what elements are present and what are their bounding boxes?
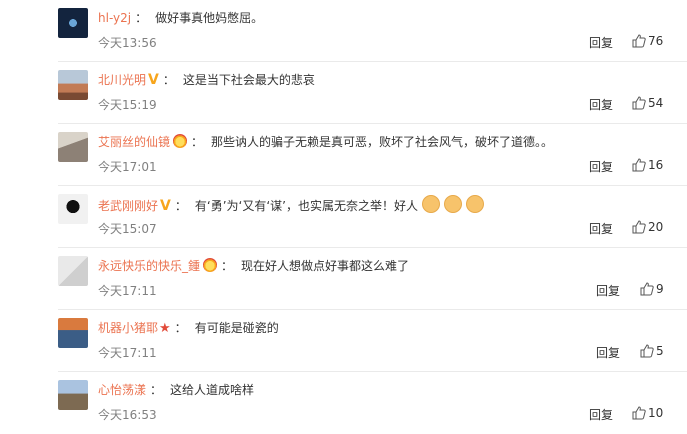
like-count: 20 (648, 220, 664, 234)
comment-list: hl-y2j：做好事真他妈憋屈。 今天13:56 回复 76 北川光明 V：这是当… (0, 0, 687, 422)
reply-button[interactable]: 回复 (589, 158, 613, 175)
thumbs-up-emoji-icon (465, 195, 484, 213)
comment-item: 北川光明 V： 这是当下社会最大的悲哀 今天15:19 回复 54 (0, 62, 687, 124)
like-button[interactable]: 20 (632, 220, 663, 234)
reply-button[interactable]: 回复 (589, 34, 613, 51)
comment-item: 艾丽丝的仙镜 ： 那些讷人的骗子无赖是真可恶，败坏了社会风气，破坏了道德。。 今天1… (0, 124, 687, 186)
comment-item: 心怡荡漾：这给人道成啥样 今天16:53 回复 10 (0, 372, 687, 434)
username[interactable]: 永远快乐的快乐_鍾 (98, 259, 200, 273)
username[interactable]: 机器小猪耶 (98, 321, 158, 335)
comment-text: 现在好人想做点好事都这么难了 (241, 259, 410, 273)
comment-text: 做好事真他妈憋屈。 (155, 11, 264, 25)
like-button[interactable]: 5 (640, 344, 664, 358)
thumbs-up-icon (632, 158, 646, 172)
star-badge-icon: ★ (159, 321, 171, 336)
member-crown-icon (203, 258, 218, 272)
thumbs-up-emoji-icon (443, 195, 462, 213)
comment-item: 永远快乐的快乐_鍾 ： 现在好人想做点好事都这么难了 今天17:11 回复 9 (0, 248, 687, 310)
avatar[interactable] (58, 380, 88, 410)
colon: ： (162, 73, 175, 87)
like-button[interactable]: 54 (632, 96, 663, 110)
thumbs-up-icon (640, 282, 654, 296)
comment-item: 老武刚刚好 V： 有‘勇’为‘又有‘谋’，也实属无奈之举！好人 今天15:07 回复… (0, 186, 687, 248)
comment-text: 有‘勇’为‘又有‘谋’，也实属无奈之举！好人 (194, 199, 418, 213)
colon: ： (191, 135, 204, 149)
colon: ： (221, 259, 234, 273)
colon: ： (150, 383, 163, 397)
comment-text: 这给人道成啥样 (170, 383, 255, 397)
avatar[interactable] (58, 70, 88, 100)
timestamp: 今天15:07 (98, 222, 157, 236)
thumbs-up-icon (632, 96, 646, 110)
timestamp: 今天13:56 (98, 36, 157, 50)
like-count: 76 (648, 34, 664, 48)
verified-v-icon: V (160, 198, 171, 214)
avatar[interactable] (58, 256, 88, 286)
thumbs-up-emoji-icon (421, 195, 440, 213)
like-button[interactable]: 76 (632, 34, 663, 48)
avatar[interactable] (58, 132, 88, 162)
comment-text: 有可能是碰瓷的 (194, 321, 279, 335)
timestamp: 今天17:11 (98, 346, 157, 360)
thumbs-up-icon (640, 344, 654, 358)
colon: ： (135, 11, 148, 25)
avatar[interactable] (58, 8, 88, 38)
colon: ： (174, 199, 187, 213)
username[interactable]: 艾丽丝的仙镜 (98, 135, 170, 149)
like-count: 5 (656, 344, 664, 358)
avatar[interactable] (58, 194, 88, 224)
like-count: 54 (648, 96, 664, 110)
comment-item: hl-y2j ： 做好事真他妈憋屈。 今天13:56 回复 76 (0, 0, 687, 62)
thumbs-up-icon (632, 220, 646, 234)
reply-button[interactable]: 回复 (589, 220, 613, 237)
timestamp: 今天17:11 (98, 284, 157, 298)
comment-text: 那些讷人的骗子无赖是真可恶，败坏了社会风气，破坏了道德。。 (211, 135, 554, 149)
reply-button[interactable]: 回复 (596, 282, 620, 299)
verified-v-icon: V (148, 72, 159, 88)
like-button[interactable]: 9 (640, 282, 664, 296)
like-count: 16 (648, 158, 664, 172)
comment-item: 机器小猪耶★： 有可能是碰瓷的 今天17:11 回复 5 (0, 310, 687, 372)
username[interactable]: hl-y2j (98, 11, 131, 25)
timestamp: 今天15:19 (98, 98, 157, 112)
like-count: 9 (656, 282, 664, 296)
thumbs-up-icon (632, 34, 646, 48)
member-crown-icon (173, 134, 188, 148)
reply-button[interactable]: 回复 (589, 96, 613, 113)
timestamp: 今天17:01 (98, 160, 157, 174)
colon: ： (174, 321, 187, 335)
reply-button[interactable]: 回复 (596, 344, 620, 361)
username[interactable]: 心怡荡漾 (98, 383, 146, 397)
username[interactable]: 北川光明 (98, 73, 146, 87)
reply-button[interactable]: 回复 (589, 406, 613, 423)
like-button[interactable]: 16 (632, 158, 663, 172)
comment-text: 这是当下社会最大的悲哀 (182, 73, 315, 87)
avatar[interactable] (58, 318, 88, 348)
timestamp: 今天16:53 (98, 408, 157, 422)
username[interactable]: 老武刚刚好 (98, 199, 158, 213)
